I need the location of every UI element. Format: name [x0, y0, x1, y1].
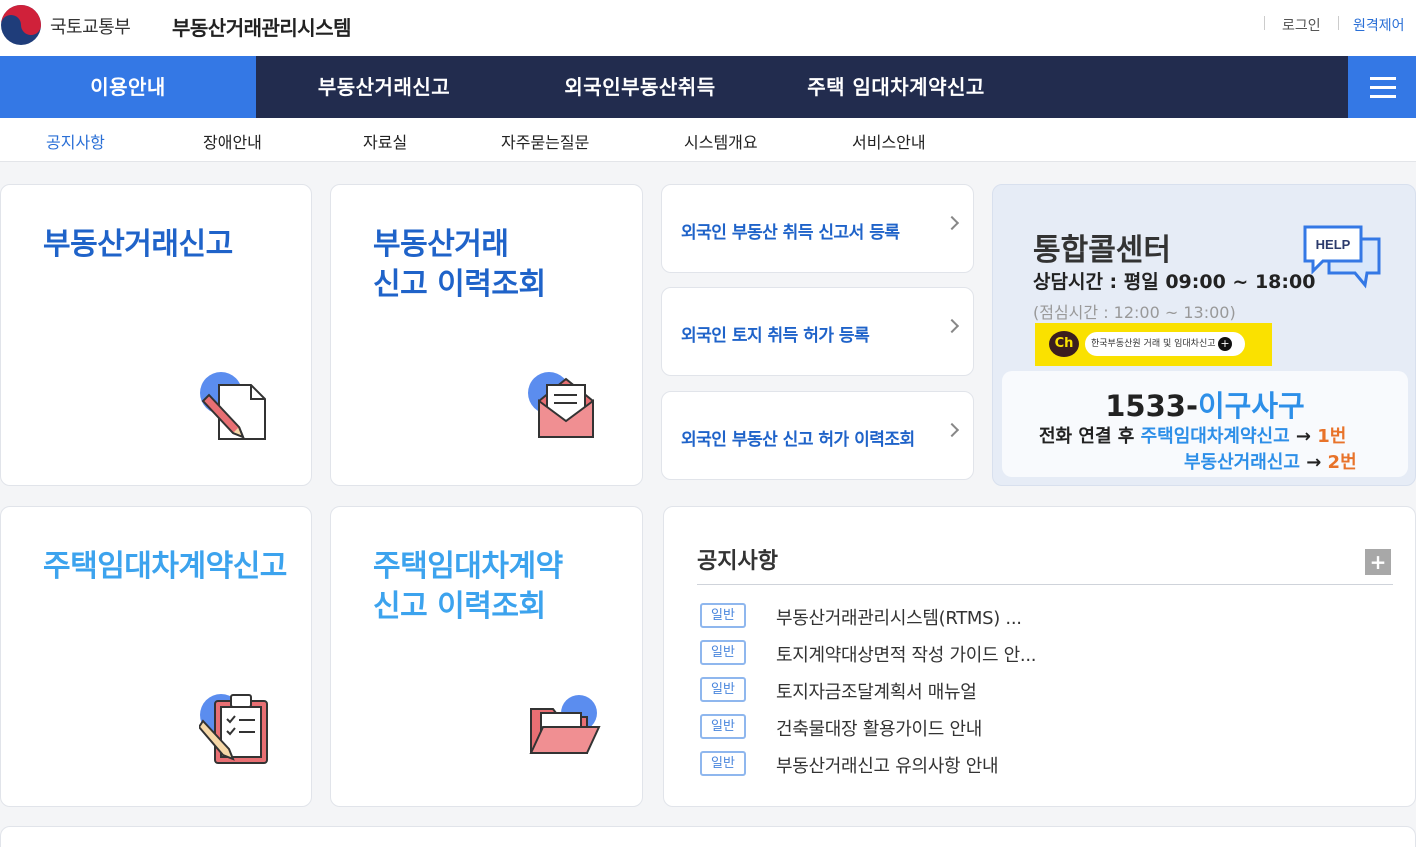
subnav-service-guide[interactable]: 서비스안내: [852, 129, 926, 153]
system-name[interactable]: 부동산거래관리시스템: [172, 12, 352, 41]
folder-icon: [529, 695, 601, 754]
route-number: 1번: [1317, 426, 1347, 447]
envelope-icon: [528, 372, 594, 438]
remote-control-link[interactable]: 원격제어: [1353, 15, 1405, 35]
card-realestate-report[interactable]: 부동산거래신고: [0, 184, 312, 486]
subnav-archive[interactable]: 자료실: [363, 129, 407, 153]
help-chat-icon: HELP: [1303, 225, 1381, 289]
card-title-line2: 신고 이력조회: [373, 267, 546, 302]
chevron-right-icon: [944, 215, 960, 231]
link-label: 외국인 토지 취득 허가 등록: [681, 326, 870, 346]
phone-digits: 1533-: [1105, 389, 1198, 423]
kakao-label-text: 한국부동산원 거래 및 임대차신고: [1091, 339, 1216, 349]
notice-item-title[interactable]: 토지계약대상면적 작성 가이드 안...: [776, 641, 1036, 667]
gnb-item-guide[interactable]: 이용안내: [0, 56, 256, 118]
gnb-item-realestate-report[interactable]: 부동산거래신고: [256, 56, 512, 118]
main-navigation: 이용안내 부동산거래신고 외국인부동산취득 주택 임대차계약신고: [0, 56, 1416, 118]
login-link[interactable]: 로그인: [1282, 15, 1321, 35]
document-pen-icon: [200, 372, 266, 440]
card-title: 주택임대차계약신고: [43, 549, 287, 584]
notice-item[interactable]: 일반 토지자금조달계획서 매뉴얼: [700, 677, 1380, 703]
category-badge: 일반: [700, 751, 746, 776]
menu-button[interactable]: [1348, 56, 1416, 118]
util-divider: [1338, 16, 1339, 30]
clipboard-checklist-icon: [199, 694, 268, 764]
callcenter-title: 통합콜센터: [1033, 233, 1171, 268]
route-line-1: 전화 연결 후 주택임대차계약신고 → 1번: [1039, 422, 1346, 448]
kakao-channel-button[interactable]: Ch 한국부동산원 거래 및 임대차신고 +: [1035, 323, 1272, 366]
notice-item[interactable]: 일반 건축물대장 활용가이드 안내: [700, 714, 1380, 740]
card-realestate-history[interactable]: 부동산거래 신고 이력조회: [330, 184, 643, 486]
card-title: 주택임대차계약 신고 이력조회: [373, 547, 563, 627]
subnav-outage[interactable]: 장애안내: [203, 129, 262, 153]
sub-navigation: 공지사항 장애안내 자료실 자주묻는질문 시스템개요 서비스안내: [0, 118, 1416, 162]
category-badge: 일반: [700, 714, 746, 739]
subnav-faq[interactable]: 자주묻는질문: [501, 129, 589, 153]
card-title: 부동산거래 신고 이력조회: [373, 225, 546, 305]
notice-item-title[interactable]: 부동산거래신고 유의사항 안내: [776, 752, 999, 778]
route-arrow: →: [1299, 452, 1328, 473]
subnav-notice[interactable]: 공지사항: [46, 129, 105, 153]
phone-box: 1533-이구사구 전화 연결 후 주택임대차계약신고 → 1번 부동산거래신고…: [1002, 371, 1408, 477]
ministry-name[interactable]: 국토교통부: [50, 13, 131, 39]
card-title-line1: 주택임대차계약: [373, 549, 563, 584]
phone-number: 1533-이구사구: [1002, 383, 1408, 425]
top-header: 국토교통부 부동산거래관리시스템 로그인 원격제어: [0, 0, 1416, 56]
notice-item[interactable]: 일반 토지계약대상면적 작성 가이드 안...: [700, 640, 1380, 666]
card-lease-report[interactable]: 주택임대차계약신고: [0, 506, 312, 807]
phone-word: 이구사구: [1198, 389, 1305, 423]
link-foreign-history[interactable]: 외국인 부동산 신고 허가 이력조회: [661, 391, 974, 480]
notice-item-title[interactable]: 건축물대장 활용가이드 안내: [776, 715, 982, 741]
card-title-line1: 부동산거래: [373, 227, 509, 262]
kakao-ch-icon: Ch: [1049, 331, 1079, 357]
callcenter-lunch: (점심시간 : 12:00 ~ 13:00): [1033, 303, 1236, 322]
bottom-panel: [0, 826, 1416, 847]
link-foreign-acquisition-register[interactable]: 외국인 부동산 취득 신고서 등록: [661, 184, 974, 273]
gnb-item-lease-report[interactable]: 주택 임대차계약신고: [768, 56, 1024, 118]
category-badge: 일반: [700, 603, 746, 628]
callcenter-panel: 통합콜센터 상담시간 : 평일 09:00 ~ 18:00 (점심시간 : 12…: [992, 184, 1416, 486]
gnb-item-foreign-acquisition[interactable]: 외국인부동산취득: [512, 56, 768, 118]
link-label: 외국인 부동산 신고 허가 이력조회: [681, 430, 915, 450]
hamburger-icon: [1370, 86, 1396, 89]
notice-title: 공지사항: [697, 549, 778, 574]
notice-item-title[interactable]: 토지자금조달계획서 매뉴얼: [776, 678, 977, 704]
link-label: 외국인 부동산 취득 신고서 등록: [681, 223, 900, 243]
route-prefix: 전화 연결 후: [1039, 426, 1141, 447]
route-service: 부동산거래신고: [1184, 452, 1300, 473]
government-emblem-icon[interactable]: [0, 4, 42, 46]
notice-panel: 공지사항 + 일반 부동산거래관리시스템(RTMS) ... 일반 토지계약대상…: [663, 506, 1416, 807]
chevron-right-icon: [944, 318, 960, 334]
route-line-2: 부동산거래신고 → 2번: [1184, 448, 1357, 474]
notice-item[interactable]: 일반 부동산거래관리시스템(RTMS) ...: [700, 603, 1380, 629]
notice-item[interactable]: 일반 부동산거래신고 유의사항 안내: [700, 751, 1380, 777]
divider: [697, 584, 1393, 585]
category-badge: 일반: [700, 640, 746, 665]
hamburger-icon: [1370, 95, 1396, 98]
notice-more-button[interactable]: +: [1365, 549, 1391, 575]
util-divider: [1264, 16, 1265, 30]
route-service: 주택임대차계약신고: [1140, 426, 1290, 447]
notice-item-title[interactable]: 부동산거래관리시스템(RTMS) ...: [776, 604, 1022, 630]
category-badge: 일반: [700, 677, 746, 702]
chevron-right-icon: [944, 422, 960, 438]
help-icon-text: HELP: [1316, 237, 1351, 252]
card-title-line2: 신고 이력조회: [373, 589, 546, 624]
plus-icon: +: [1218, 337, 1232, 351]
link-foreign-land-permit-register[interactable]: 외국인 토지 취득 허가 등록: [661, 287, 974, 376]
subnav-system-overview[interactable]: 시스템개요: [684, 129, 758, 153]
route-arrow: →: [1289, 426, 1318, 447]
card-title: 부동산거래신고: [43, 227, 233, 262]
callcenter-hours: 상담시간 : 평일 09:00 ~ 18:00: [1033, 271, 1316, 293]
card-lease-history[interactable]: 주택임대차계약 신고 이력조회: [330, 506, 643, 807]
hamburger-icon: [1370, 77, 1396, 80]
route-number: 2번: [1327, 452, 1357, 473]
